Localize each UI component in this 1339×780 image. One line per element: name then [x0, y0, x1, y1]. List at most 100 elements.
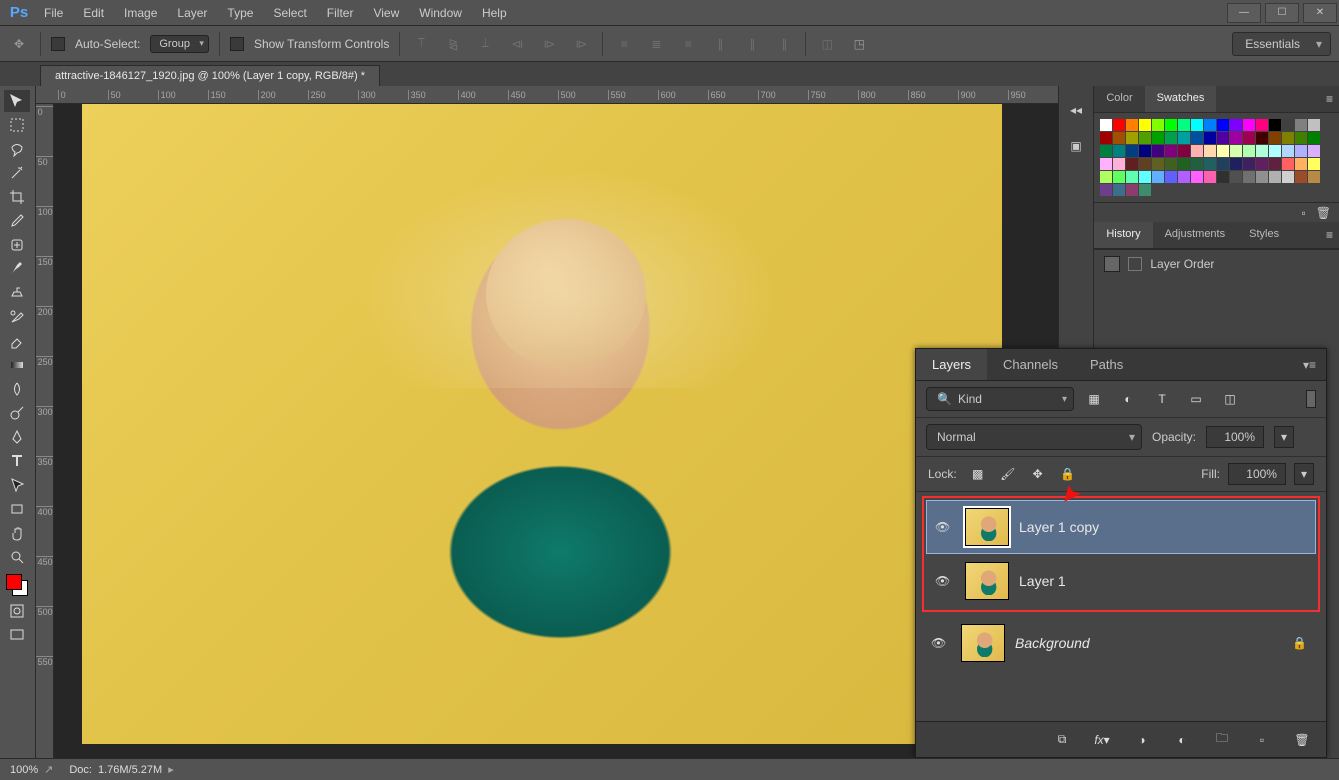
swatch[interactable]: [1139, 171, 1151, 183]
swatch[interactable]: [1178, 145, 1190, 157]
swatch[interactable]: [1165, 171, 1177, 183]
eyedropper-tool[interactable]: [4, 210, 30, 232]
ruler-vertical[interactable]: 050100150200250300350400450500550: [36, 104, 54, 758]
layer-filter-dropdown[interactable]: 🔍 Kind: [926, 387, 1074, 411]
swatch[interactable]: [1230, 119, 1242, 131]
swatch[interactable]: [1178, 158, 1190, 170]
swatch[interactable]: [1256, 145, 1268, 157]
add-mask-icon[interactable]: ◑: [1132, 733, 1152, 747]
menu-image[interactable]: Image: [114, 6, 167, 20]
new-layer-icon[interactable]: ▫: [1252, 733, 1272, 747]
rectangle-tool[interactable]: [4, 498, 30, 520]
swatch[interactable]: [1126, 132, 1138, 144]
new-group-icon[interactable]: 🗀: [1212, 729, 1232, 750]
type-tool[interactable]: [4, 450, 30, 472]
swatch[interactable]: [1230, 158, 1242, 170]
swatch[interactable]: [1243, 171, 1255, 183]
swatch[interactable]: [1204, 145, 1216, 157]
lasso-tool[interactable]: [4, 138, 30, 160]
layer-row-background[interactable]: 👁 Background 🔒: [922, 616, 1320, 670]
new-adjustment-icon[interactable]: ◐: [1172, 733, 1192, 747]
fill-value[interactable]: 100%: [1228, 463, 1286, 485]
swatch[interactable]: [1282, 145, 1294, 157]
tab-layers[interactable]: Layers: [916, 349, 987, 380]
swatch[interactable]: [1295, 171, 1307, 183]
swatch[interactable]: [1100, 184, 1112, 196]
menu-filter[interactable]: Filter: [317, 6, 364, 20]
swatch[interactable]: [1230, 132, 1242, 144]
swatch[interactable]: [1243, 132, 1255, 144]
swatch[interactable]: [1100, 145, 1112, 157]
filter-pixel-icon[interactable]: ▦: [1084, 392, 1104, 406]
move-tool[interactable]: [4, 90, 30, 112]
dock-expand-icon[interactable]: ◂◂: [1064, 98, 1088, 122]
distribute-vcenter-icon[interactable]: ≣: [645, 33, 667, 55]
zoom-popup-icon[interactable]: ↗: [44, 763, 53, 776]
swatch[interactable]: [1191, 171, 1203, 183]
swatch[interactable]: [1126, 119, 1138, 131]
distribute-bottom-icon[interactable]: ≡: [677, 33, 699, 55]
marquee-tool[interactable]: [4, 114, 30, 136]
layer-thumbnail[interactable]: [961, 624, 1005, 662]
swatch[interactable]: [1204, 119, 1216, 131]
swatch[interactable]: [1191, 158, 1203, 170]
ruler-horizontal[interactable]: 0501001502002503003504004505005506006507…: [36, 86, 1058, 104]
align-bottom-icon[interactable]: ⟘: [474, 33, 496, 55]
swatch[interactable]: [1243, 158, 1255, 170]
opacity-dropdown-icon[interactable]: ▾: [1274, 426, 1294, 448]
swatch[interactable]: [1191, 132, 1203, 144]
swatch[interactable]: [1269, 145, 1281, 157]
visibility-toggle-icon[interactable]: 👁: [931, 636, 951, 650]
swatch[interactable]: [1308, 119, 1320, 131]
layer-thumbnail[interactable]: [965, 562, 1009, 600]
link-layers-icon[interactable]: ⧉: [1052, 732, 1072, 747]
minimize-button[interactable]: —: [1227, 3, 1261, 23]
delete-layer-icon[interactable]: 🗑: [1292, 733, 1312, 747]
swatch[interactable]: [1139, 132, 1151, 144]
swatch[interactable]: [1217, 158, 1229, 170]
visibility-toggle-icon[interactable]: 👁: [935, 520, 955, 534]
history-item[interactable]: Layer Order: [1094, 249, 1339, 278]
swatch[interactable]: [1113, 171, 1125, 183]
swatch[interactable]: [1191, 145, 1203, 157]
swatch[interactable]: [1308, 158, 1320, 170]
menu-edit[interactable]: Edit: [73, 6, 114, 20]
clone-stamp-tool[interactable]: [4, 282, 30, 304]
maximize-button[interactable]: ☐: [1265, 3, 1299, 23]
healing-brush-tool[interactable]: [4, 234, 30, 256]
workspace-dropdown[interactable]: Essentials: [1232, 32, 1331, 56]
swatch[interactable]: [1126, 184, 1138, 196]
opacity-value[interactable]: 100%: [1206, 426, 1264, 448]
swatch[interactable]: [1113, 119, 1125, 131]
swatches-grid[interactable]: [1094, 113, 1339, 202]
swatch[interactable]: [1178, 171, 1190, 183]
dock-libraries-icon[interactable]: ▣: [1064, 134, 1088, 158]
swatch[interactable]: [1295, 119, 1307, 131]
visibility-toggle-icon[interactable]: 👁: [935, 574, 955, 588]
swatch[interactable]: [1282, 119, 1294, 131]
swatch[interactable]: [1204, 132, 1216, 144]
show-transform-checkbox[interactable]: [230, 37, 244, 51]
swatch[interactable]: [1295, 132, 1307, 144]
swatch[interactable]: [1100, 132, 1112, 144]
swatch[interactable]: [1178, 132, 1190, 144]
crop-tool[interactable]: [4, 186, 30, 208]
magic-wand-tool[interactable]: [4, 162, 30, 184]
distribute-right-icon[interactable]: ∥: [773, 33, 795, 55]
layer-name[interactable]: Layer 1 copy: [1019, 519, 1099, 535]
3d-mode-icon[interactable]: ◳: [848, 33, 870, 55]
swatch[interactable]: [1204, 171, 1216, 183]
layer-fx-icon[interactable]: fx▾: [1092, 733, 1112, 747]
swatch[interactable]: [1152, 119, 1164, 131]
swatch[interactable]: [1113, 132, 1125, 144]
swatch[interactable]: [1152, 171, 1164, 183]
align-left-icon[interactable]: ⧏: [506, 33, 528, 55]
brush-tool[interactable]: [4, 258, 30, 280]
lock-all-icon[interactable]: 🔒: [1059, 467, 1077, 481]
swatch[interactable]: [1282, 158, 1294, 170]
blend-mode-dropdown[interactable]: Normal: [926, 424, 1142, 450]
lock-pixels-icon[interactable]: 🖌: [999, 467, 1017, 481]
swatch[interactable]: [1269, 171, 1281, 183]
swatch[interactable]: [1152, 145, 1164, 157]
auto-select-checkbox[interactable]: [51, 37, 65, 51]
